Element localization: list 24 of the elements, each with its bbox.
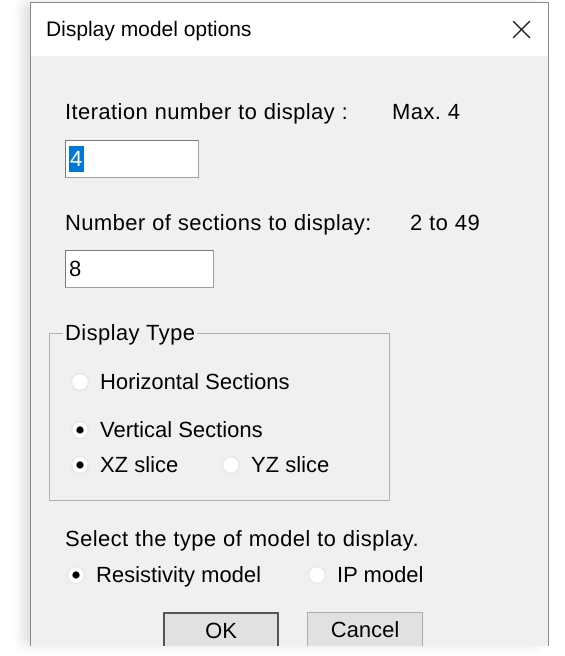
input-field[interactable]: 8	[65, 250, 214, 288]
radio-button[interactable]: Horizontal Sections	[71, 369, 290, 395]
radio-button[interactable]: Resistivity model	[67, 562, 262, 588]
window-title: Display model options	[46, 18, 252, 42]
range-hint: Max. 4	[392, 99, 460, 125]
radio-icon[interactable]	[222, 456, 240, 474]
input-field[interactable]: 4	[65, 140, 199, 178]
range-hint: 2 to 49	[410, 210, 480, 236]
radio-button[interactable]: IP model	[308, 562, 424, 588]
field-label: Number of sections to display:	[65, 210, 373, 236]
radio-icon[interactable]	[71, 373, 89, 391]
dialog-button[interactable]: Cancel	[307, 612, 423, 646]
prompt-text: Select the type of model to display.	[65, 526, 419, 552]
radio-icon[interactable]	[71, 421, 89, 439]
group-title: Display Type	[64, 320, 196, 346]
radio-button[interactable]: XZ slice	[71, 452, 178, 478]
dialog-button[interactable]: OK	[163, 612, 279, 646]
radio-icon[interactable]	[71, 456, 89, 474]
close-icon[interactable]	[512, 20, 531, 39]
radio-icon[interactable]	[308, 566, 326, 584]
radio-button[interactable]: YZ slice	[222, 452, 330, 478]
radio-icon[interactable]	[67, 566, 85, 584]
field-label: Iteration number to display :	[65, 99, 350, 125]
radio-button[interactable]: Vertical Sections	[71, 417, 263, 443]
